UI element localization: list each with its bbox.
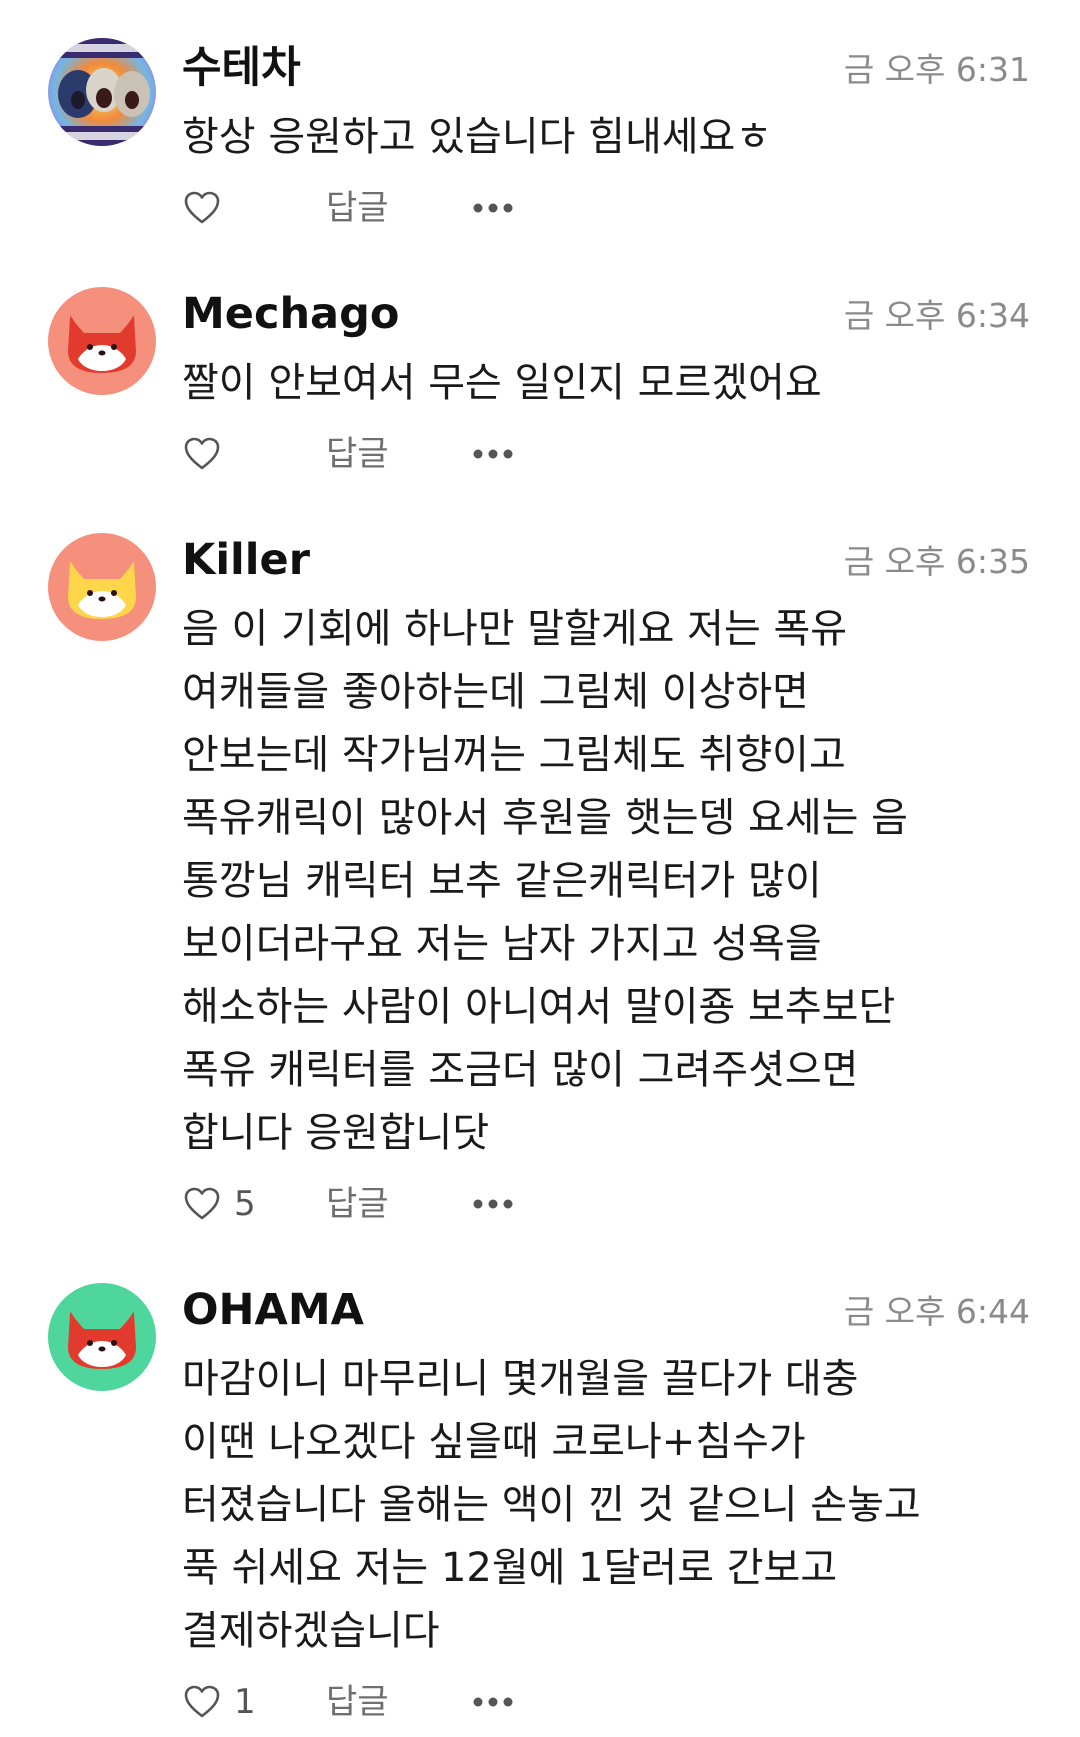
red-fox-avatar-icon <box>48 1283 156 1391</box>
comment-timestamp: 금 오후 6:35 <box>843 542 1030 581</box>
comment-timestamp: 금 오후 6:34 <box>843 296 1030 335</box>
like-button[interactable]: 1 <box>182 1680 256 1724</box>
comment-timestamp: 금 오후 6:31 <box>843 50 1030 89</box>
reply-button[interactable]: 답글 <box>326 1680 389 1724</box>
more-options-button[interactable] <box>472 1182 514 1226</box>
more-dots-icon <box>473 1697 513 1707</box>
reply-button[interactable]: 답글 <box>326 432 389 476</box>
comment-text: 음 이 기회에 하나만 말할게요 저는 폭유 여캐들을 좋아하는데 그림체 이상… <box>182 606 908 1156</box>
avatar[interactable] <box>48 38 156 146</box>
avatar[interactable] <box>48 287 156 395</box>
comment-actions: 1 답글 <box>182 1680 582 1724</box>
comment-actions: 5 답글 <box>182 1182 582 1226</box>
comment-text: 마감이니 마무리니 몇개월을 끌다가 대충 이땐 나오겠다 싶을때 코로나+침수… <box>182 1356 921 1654</box>
heart-icon <box>184 1685 220 1718</box>
comment-text: 항상 응원하고 있습니다 힘내세요ㅎ <box>182 114 773 160</box>
comment-actions: 답글 <box>182 432 582 476</box>
comment-username[interactable]: 수테차 <box>182 43 301 93</box>
like-count: 5 <box>234 1184 256 1224</box>
more-dots-icon <box>473 1199 513 1209</box>
comment-username[interactable]: Mechago <box>182 289 399 339</box>
comment-timestamp: 금 오후 6:44 <box>843 1292 1030 1331</box>
more-dots-icon <box>473 203 513 213</box>
more-options-button[interactable] <box>472 186 514 230</box>
avatar[interactable] <box>48 533 156 641</box>
like-button[interactable]: 5 <box>182 1182 256 1226</box>
avatar[interactable] <box>48 1283 156 1391</box>
like-count: 1 <box>234 1682 256 1722</box>
heart-icon <box>184 437 220 470</box>
meme-faces-avatar-icon <box>48 38 156 146</box>
more-options-button[interactable] <box>472 432 514 476</box>
comment-list: 수테차 금 오후 6:31 항상 응원하고 있습니다 힘내세요ㅎ 답글 Mech… <box>0 0 1080 1737</box>
comment-actions: 답글 <box>182 186 582 230</box>
more-dots-icon <box>473 449 513 459</box>
more-options-button[interactable] <box>472 1680 514 1724</box>
comment-text: 짤이 안보여서 무슨 일인지 모르겠어요 <box>182 360 822 406</box>
yellow-fox-avatar-icon <box>48 533 156 641</box>
reply-button[interactable]: 답글 <box>326 186 389 230</box>
comment-username[interactable]: Killer <box>182 535 310 585</box>
comment-username[interactable]: OHAMA <box>182 1285 364 1335</box>
like-button[interactable] <box>182 186 234 230</box>
heart-icon <box>184 1187 220 1220</box>
red-fox-avatar-icon <box>48 287 156 395</box>
reply-button[interactable]: 답글 <box>326 1182 389 1226</box>
like-button[interactable] <box>182 432 234 476</box>
heart-icon <box>184 191 220 224</box>
